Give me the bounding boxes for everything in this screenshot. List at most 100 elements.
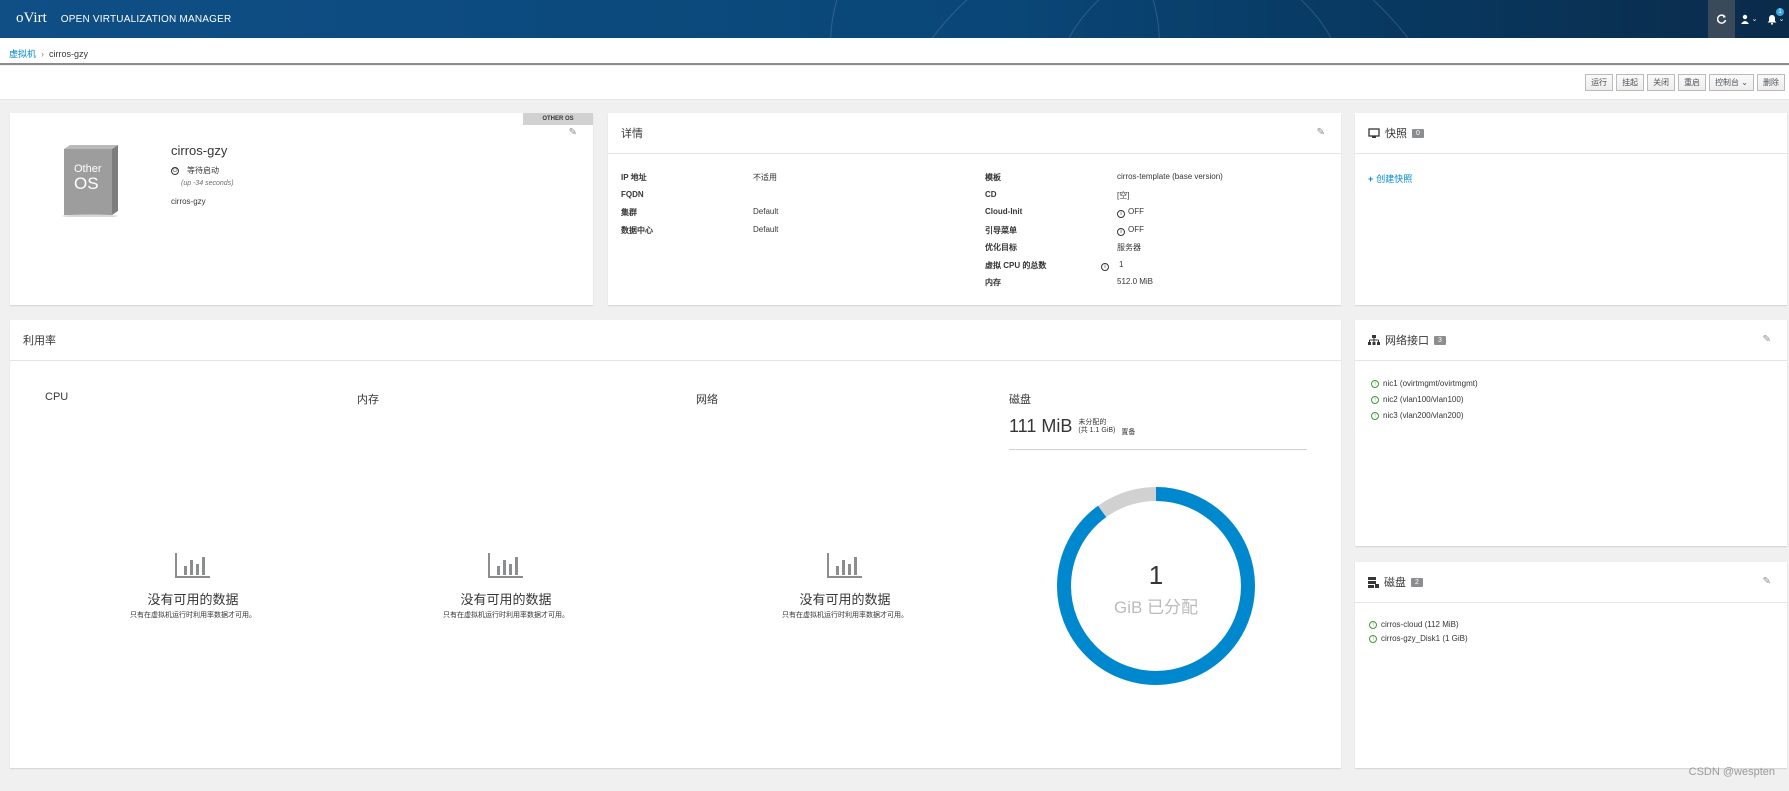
nics-title: 网络接口	[1385, 335, 1429, 347]
detail-value: i OFF	[1117, 225, 1144, 243]
nic-list-item[interactable]: ↑ nic1 (ovirtmgmt/ovirtmgmt)	[1371, 379, 1478, 388]
up-arrow-icon: ↑	[1369, 634, 1377, 643]
disk-unallocated-caption: 未分配的 (共 1.1 GiB)	[1078, 419, 1115, 435]
plus-icon: +	[1368, 174, 1374, 184]
notifications-button[interactable]: 1 ⌄	[1762, 0, 1789, 38]
disk-label: cirros-cloud (112 MiB)	[1381, 620, 1459, 629]
action-toolbar: 运行 挂起 关闭 重启 控制台 ⌄ 删除	[0, 66, 1789, 100]
database-icon	[1368, 576, 1379, 588]
up-arrow-icon: ↑	[1371, 411, 1379, 420]
vm-hostname: cirros-gzy	[171, 197, 206, 206]
network-no-data: 没有可用的数据 只有在虚拟机运行时利用率数据才可用。	[735, 552, 955, 620]
edit-pencil-icon[interactable]: ✎	[1763, 334, 1771, 345]
vm-uptime: (up -34 seconds)	[181, 180, 234, 187]
detail-row: Cloud-Init i OFF	[985, 207, 1223, 225]
refresh-icon	[1716, 14, 1726, 24]
decorative-ring	[1050, 0, 1350, 38]
breadcrumb-separator: ›	[41, 49, 45, 59]
disk-list-item[interactable]: ↑ cirros-cloud (112 MiB)	[1369, 620, 1459, 629]
nic-label: nic3 (vlan200/vlan200)	[1383, 411, 1464, 420]
up-arrow-icon: ↑	[1369, 620, 1377, 629]
top-navbar: oVirt OPEN VIRTUALIZATION MANAGER ⌄ 1 ⌄	[0, 0, 1789, 38]
disks-card: 磁盘 2 ✎	[1355, 562, 1787, 768]
nics-header: 网络接口 3 ✎	[1355, 320, 1787, 361]
os-box-icon: Other OS	[60, 143, 126, 218]
disks-count-badge: 2	[1411, 577, 1423, 587]
run-button[interactable]: 运行	[1585, 74, 1614, 91]
donut-value: 1	[1148, 560, 1164, 590]
network-icon	[1368, 335, 1380, 345]
disks-title: 磁盘	[1384, 577, 1406, 589]
detail-key: 模板	[985, 173, 1001, 182]
os-tag: OTHER OS	[523, 113, 593, 125]
edit-pencil-icon[interactable]: ✎	[1763, 576, 1771, 587]
reboot-button[interactable]: 重启	[1678, 74, 1707, 91]
suspend-button[interactable]: 挂起	[1616, 74, 1645, 91]
network-column-title: 网络	[696, 394, 718, 406]
detail-key: 优化目标	[985, 243, 1017, 252]
detail-value: 512.0 MiB	[1117, 277, 1154, 286]
info-icon[interactable]: i	[1117, 210, 1125, 218]
up-arrow-icon: ↑	[1371, 379, 1379, 388]
refresh-button[interactable]	[1708, 0, 1735, 38]
memory-column-title: 内存	[357, 394, 379, 406]
detail-key: Cloud-Init	[985, 207, 1023, 216]
details-left-list: IP 地址 不适用 FQDN 集群 Default 数据中心 Default	[621, 172, 778, 242]
no-data-subtitle: 只有在虚拟机运行时利用率数据才可用。	[130, 612, 256, 619]
bar-chart-icon	[175, 553, 210, 578]
breadcrumb: 虚拟机 › cirros-gzy	[0, 38, 1789, 65]
detail-key: FQDN	[621, 189, 644, 199]
detail-row: 优化目标 服务器	[985, 242, 1223, 260]
details-header: 详情 ✎	[608, 113, 1341, 154]
nic-list-item[interactable]: ↑ nic2 (vlan100/vlan100)	[1371, 395, 1464, 404]
camera-icon	[1368, 128, 1380, 138]
edit-pencil-icon[interactable]: ✎	[569, 127, 577, 138]
detail-key: 集群	[621, 208, 637, 217]
bar-chart-icon	[488, 553, 523, 578]
create-snapshot-label: 创建快照	[1376, 174, 1413, 184]
shutdown-button[interactable]: 关闭	[1647, 74, 1676, 91]
donut-center-label: 1 GiB 已分配	[1056, 560, 1256, 618]
vm-status-label: 等待启动	[187, 166, 219, 175]
utilization-title: 利用率	[23, 335, 56, 347]
edit-pencil-icon[interactable]: ✎	[1317, 127, 1325, 138]
breadcrumb-vms-link[interactable]: 虚拟机	[9, 49, 36, 59]
remove-button[interactable]: 删除	[1757, 74, 1785, 91]
detail-row: FQDN	[621, 190, 778, 208]
detail-row: 引导菜单 i OFF	[985, 225, 1223, 243]
detail-value: 不适用	[753, 173, 777, 182]
snapshots-header: 快照 0	[1355, 113, 1787, 154]
memory-no-data: 没有可用的数据 只有在虚拟机运行时利用率数据才可用。	[396, 552, 616, 620]
nic-label: nic2 (vlan100/vlan100)	[1383, 395, 1464, 404]
bar-chart-icon	[827, 553, 862, 578]
disk-column-title: 磁盘	[1009, 394, 1031, 406]
detail-value: cirros-template (base version)	[1117, 172, 1223, 181]
info-icon[interactable]: i	[1117, 227, 1125, 236]
info-icon[interactable]: i	[1101, 262, 1109, 271]
user-menu-button[interactable]: ⌄	[1735, 0, 1762, 38]
detail-value: Default	[753, 207, 779, 216]
notification-count-badge: 1	[1776, 8, 1784, 16]
detail-value-text: 1	[1119, 259, 1124, 269]
detail-value: i OFF	[1117, 207, 1144, 225]
no-data-title: 没有可用的数据	[799, 592, 891, 607]
console-dropdown[interactable]: 控制台 ⌄	[1709, 74, 1754, 91]
utilization-header: 利用率	[10, 320, 1341, 361]
create-snapshot-link[interactable]: + 创建快照	[1368, 172, 1412, 185]
vm-name: cirros-gzy	[171, 143, 228, 158]
snapshots-card: 快照 0 + 创建快照	[1355, 113, 1787, 305]
snapshots-count-badge: 0	[1412, 128, 1424, 138]
details-right-list: 模板 cirros-template (base version) CD [空] C…	[985, 172, 1223, 295]
disk-list-item[interactable]: ↑ cirros-gzy_Disk1 (1 GiB)	[1369, 634, 1468, 643]
cpu-no-data: 没有可用的数据 只有在虚拟机运行时利用率数据才可用。	[83, 552, 303, 620]
chevron-down-icon: ⌄	[1751, 16, 1758, 23]
detail-row: CD [空]	[985, 190, 1223, 208]
detail-row: 集群 Default	[621, 207, 778, 225]
cpu-column-title: CPU	[45, 391, 69, 403]
brand[interactable]: oVirt OPEN VIRTUALIZATION MANAGER	[16, 10, 231, 27]
disk-unallocated-amount: 111 MiB	[1009, 416, 1073, 436]
nic-list-item[interactable]: ↑ nic3 (vlan200/vlan200)	[1371, 411, 1464, 420]
detail-key: IP 地址	[621, 173, 647, 182]
detail-value: [空]	[1117, 190, 1130, 200]
detail-row: 内存 512.0 MiB	[985, 277, 1223, 295]
